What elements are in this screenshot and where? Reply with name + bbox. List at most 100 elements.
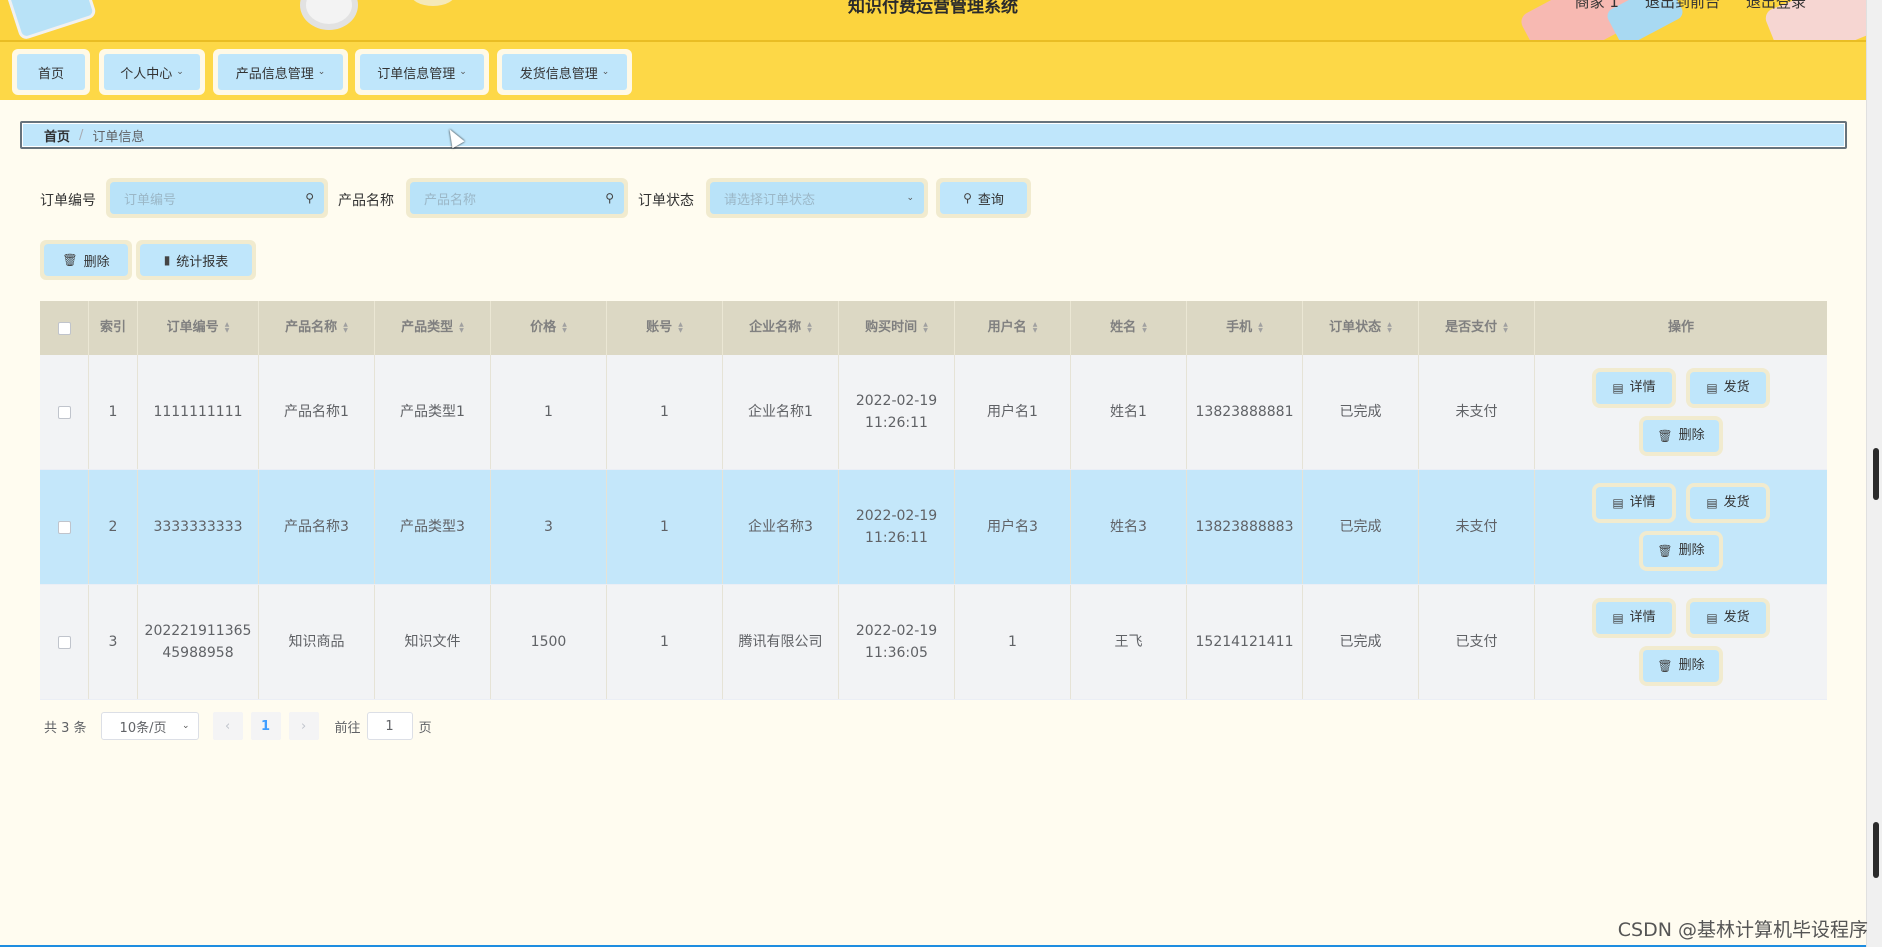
query-button[interactable]: ⚲ 查询 <box>936 178 1031 218</box>
detail-label: 详情 <box>1629 610 1656 625</box>
account-cell: 1 <box>607 355 723 469</box>
order-no-cell: 3333333333 <box>138 470 259 584</box>
sort-icon[interactable]: ▲ ▼ <box>1142 322 1147 334</box>
order-no-cell: 20222191136545988958 <box>138 585 259 699</box>
order-status-select[interactable]: 请选择订单状态 ⌄ <box>710 182 924 214</box>
phone-cell: 13823888883 <box>1187 470 1303 584</box>
logout-link[interactable]: 退出登录 <box>1746 0 1806 12</box>
chevron-down-icon: ⌄ <box>601 67 610 77</box>
header-cell[interactable]: 订单编号 ▲ ▼ <box>138 301 259 355</box>
sort-icon[interactable]: ▲ ▼ <box>678 322 683 334</box>
page-size-select[interactable]: 10条/页 ⌄ <box>100 712 199 740</box>
order-no-placeholder: 订单编号 <box>124 192 177 208</box>
select-all-checkbox[interactable] <box>57 321 71 335</box>
header-cell[interactable]: 购买时间 ▲ ▼ <box>839 301 955 355</box>
breadcrumb-home[interactable]: 首页 <box>44 126 70 145</box>
product-name-cell: 知识商品 <box>259 585 375 699</box>
header-cell[interactable]: 姓名 ▲ ▼ <box>1071 301 1187 355</box>
sort-icon[interactable]: ▲ ▼ <box>1033 322 1038 334</box>
sort-icon[interactable]: ▲ ▼ <box>459 322 464 334</box>
header-cell[interactable]: 价格 ▲ ▼ <box>491 301 607 355</box>
goto-page-input[interactable]: 1 <box>366 712 413 740</box>
ship-button[interactable]: ▤ 发货 <box>1686 483 1770 523</box>
goto-label: 前往 <box>334 720 361 736</box>
header-cell[interactable]: 是否支付 ▲ ▼ <box>1419 301 1535 355</box>
merchant-user-link[interactable]: 商家 1 <box>1575 0 1619 12</box>
sort-icon[interactable]: ▲ ▼ <box>1258 322 1263 334</box>
nav-item-home[interactable]: 首页 <box>12 49 90 95</box>
nav-item-personal-center[interactable]: 个人中心 ⌄ <box>99 49 205 95</box>
row-checkbox[interactable] <box>57 635 71 649</box>
detail-label: 详情 <box>1629 380 1656 395</box>
detail-button[interactable]: ▤ 详情 <box>1592 368 1676 408</box>
username-cell: 用户名3 <box>955 470 1071 584</box>
table-row[interactable]: 1 1111111111 产品名称1 产品类型1 1 1 企业名称1 2022-… <box>40 355 1827 470</box>
search-icon: ⚲ <box>963 191 972 205</box>
operations-cell: ▤ 详情 ▤ 发货 🗑 删除 <box>1535 585 1827 699</box>
scrollbar-thumb[interactable] <box>1873 822 1879 878</box>
order-status-cell: 已完成 <box>1303 470 1419 584</box>
purchase-time-cell: 2022-02-19 11:36:05 <box>839 585 955 699</box>
nav-item-order-management[interactable]: 订单信息管理 ⌄ <box>355 49 489 95</box>
sort-icon[interactable]: ▲ ▼ <box>1503 322 1508 334</box>
row-checkbox[interactable] <box>57 520 71 534</box>
sort-icon[interactable]: ▲ ▼ <box>807 322 812 334</box>
chevron-down-icon: ⌄ <box>182 721 190 731</box>
order-no-input[interactable]: 订单编号 ⚲ <box>110 182 324 214</box>
search-icon: ⚲ <box>305 191 314 205</box>
table-body: 1 1111111111 产品名称1 产品类型1 1 1 企业名称1 2022-… <box>40 355 1827 700</box>
header-cell[interactable]: 企业名称 ▲ ▼ <box>723 301 839 355</box>
prev-page-button[interactable]: ‹ <box>212 712 243 740</box>
name-cell: 姓名3 <box>1071 470 1187 584</box>
breadcrumb-current: 订单信息 <box>92 129 145 145</box>
trash-icon: 🗑 <box>1657 659 1673 673</box>
page-number[interactable]: 1 <box>250 712 281 740</box>
header-cell[interactable]: 手机 ▲ ▼ <box>1187 301 1303 355</box>
ship-button[interactable]: ▤ 发货 <box>1686 598 1770 638</box>
delete-button[interactable]: 🗑 删除 <box>1639 531 1723 571</box>
table-row[interactable]: 3 20222191136545988958 知识商品 知识文件 1500 1 … <box>40 585 1827 700</box>
product-name-input[interactable]: 产品名称 ⚲ <box>410 182 624 214</box>
trash-icon: 🗑 <box>1657 429 1673 443</box>
delete-button[interactable]: 🗑 删除 <box>1639 646 1723 686</box>
index-cell: 2 <box>89 470 138 584</box>
header-cell[interactable]: 订单状态 ▲ ▼ <box>1303 301 1419 355</box>
statistics-report-button[interactable]: ▮ 统计报表 <box>136 240 256 280</box>
chevron-left-icon: ‹ <box>224 718 231 734</box>
detail-label: 详情 <box>1629 495 1656 510</box>
next-page-button[interactable]: › <box>288 712 319 740</box>
back-to-frontend-link[interactable]: 退出到前台 <box>1645 0 1720 12</box>
table-header: 索引 订单编号 ▲ ▼ 产品名称 ▲ ▼ 产品类型 ▲ ▼ 价格 ▲ ▼ 账号 ▲ ▼ 企业名称 ▲ ▼… <box>40 301 1827 355</box>
bulk-delete-button[interactable]: 🗑 删除 <box>40 240 132 280</box>
order-status-placeholder: 请选择订单状态 <box>724 192 816 208</box>
header-cell[interactable]: 账号 ▲ ▼ <box>607 301 723 355</box>
order-no-cell: 1111111111 <box>138 355 259 469</box>
scrollbar-thumb[interactable] <box>1873 448 1879 500</box>
table-row[interactable]: 2 3333333333 产品名称3 产品类型3 3 1 企业名称3 2022-… <box>40 470 1827 585</box>
nav-item-shipping-management[interactable]: 发货信息管理 ⌄ <box>497 49 632 95</box>
detail-button[interactable]: ▤ 详情 <box>1592 598 1676 638</box>
index-cell: 3 <box>89 585 138 699</box>
header-cell[interactable]: 产品类型 ▲ ▼ <box>375 301 491 355</box>
vertical-scrollbar[interactable] <box>1866 0 1882 947</box>
sort-icon[interactable]: ▲ ▼ <box>923 322 928 334</box>
name-cell: 王飞 <box>1071 585 1187 699</box>
detail-button[interactable]: ▤ 详情 <box>1592 483 1676 523</box>
delete-button[interactable]: 🗑 删除 <box>1639 416 1723 456</box>
top-links: 商家 1 退出到前台 退出登录 <box>1575 0 1806 12</box>
sort-icon[interactable]: ▲ ▼ <box>562 322 567 334</box>
nav-item-product-management[interactable]: 产品信息管理 ⌄ <box>213 49 348 95</box>
sort-icon[interactable]: ▲ ▼ <box>343 322 348 334</box>
chevron-down-icon: ⌄ <box>906 193 914 203</box>
document-icon: ▤ <box>1706 381 1718 395</box>
sort-icon[interactable]: ▲ ▼ <box>225 322 230 334</box>
row-checkbox[interactable] <box>57 405 71 419</box>
header-cell[interactable]: 用户名 ▲ ▼ <box>955 301 1071 355</box>
nav-item-label: 产品信息管理 <box>235 66 314 82</box>
header-cell: 索引 <box>89 301 138 355</box>
chevron-down-icon: ⌄ <box>317 67 326 77</box>
ship-button[interactable]: ▤ 发货 <box>1686 368 1770 408</box>
account-cell: 1 <box>607 470 723 584</box>
header-cell[interactable]: 产品名称 ▲ ▼ <box>259 301 375 355</box>
sort-icon[interactable]: ▲ ▼ <box>1387 322 1392 334</box>
